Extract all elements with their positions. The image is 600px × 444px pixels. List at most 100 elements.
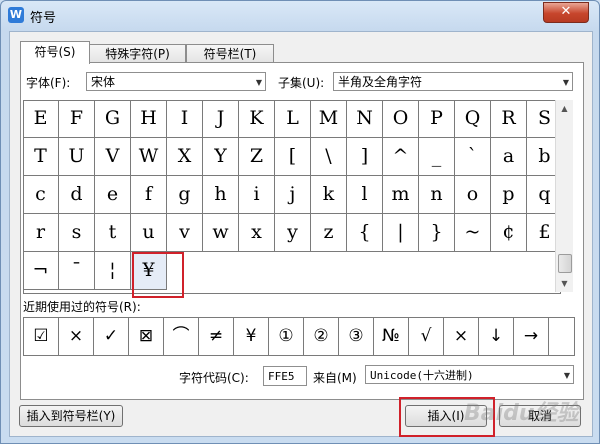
recent-symbol-cell[interactable]: ① bbox=[269, 318, 304, 355]
symbol-cell[interactable]: r bbox=[24, 214, 59, 252]
symbol-cell[interactable]: m bbox=[383, 176, 419, 214]
symbol-cell[interactable]: E bbox=[24, 101, 59, 138]
subset-label: 子集(U): bbox=[278, 76, 325, 90]
chevron-down-icon: ▼ bbox=[563, 371, 570, 380]
close-button[interactable]: ✕ bbox=[543, 2, 589, 23]
symbol-cell[interactable]: ¥ bbox=[131, 252, 167, 290]
symbol-cell[interactable]: H bbox=[131, 101, 167, 138]
symbol-cell[interactable]: I bbox=[167, 101, 203, 138]
scroll-up-icon[interactable]: ▲ bbox=[556, 100, 573, 117]
symbol-cell[interactable]: K bbox=[239, 101, 275, 138]
symbol-cell[interactable]: ¯ bbox=[59, 252, 95, 290]
symbol-cell[interactable]: T bbox=[24, 138, 59, 176]
symbol-grid-scrollbar[interactable]: ▲ ▼ bbox=[555, 100, 573, 292]
symbol-cell[interactable]: z bbox=[311, 214, 347, 252]
recent-symbol-cell[interactable]: ☑ bbox=[24, 318, 59, 355]
symbol-cell[interactable]: h bbox=[203, 176, 239, 214]
symbol-cell[interactable]: k bbox=[311, 176, 347, 214]
from-select-value: Unicode(十六进制) bbox=[370, 369, 474, 382]
symbol-dialog: W 符号 ✕ 符号(S) 特殊字符(P) 符号栏(T) 字体(F): 宋体 ▼ … bbox=[0, 0, 600, 444]
insert-to-symbol-bar-button[interactable]: 插入到符号栏(Y) bbox=[19, 405, 123, 427]
subset-select-value: 半角及全角字符 bbox=[338, 75, 423, 89]
symbol-cell[interactable]: ^ bbox=[383, 138, 419, 176]
tab-symbol-bar[interactable]: 符号栏(T) bbox=[186, 44, 274, 63]
font-select-value: 宋体 bbox=[91, 75, 116, 89]
font-select[interactable]: 宋体 ▼ bbox=[86, 72, 266, 91]
symbol-cell[interactable]: p bbox=[491, 176, 527, 214]
symbol-cell[interactable]: J bbox=[203, 101, 239, 138]
symbol-cell[interactable]: X bbox=[167, 138, 203, 176]
recent-symbol-cell[interactable]: ② bbox=[304, 318, 339, 355]
symbol-cell[interactable]: [ bbox=[275, 138, 311, 176]
recent-symbol-cell[interactable]: № bbox=[374, 318, 409, 355]
symbol-cell[interactable]: } bbox=[419, 214, 455, 252]
recent-symbol-cell[interactable]: ✓ bbox=[94, 318, 129, 355]
symbol-cell[interactable]: o bbox=[455, 176, 491, 214]
symbol-cell[interactable]: ¦ bbox=[95, 252, 131, 290]
char-code-field[interactable]: FFE5 bbox=[263, 366, 307, 386]
symbol-cell[interactable]: a bbox=[491, 138, 527, 176]
symbol-cell[interactable]: e bbox=[95, 176, 131, 214]
recent-symbol-cell[interactable]: ③ bbox=[339, 318, 374, 355]
symbol-cell[interactable]: P bbox=[419, 101, 455, 138]
symbol-cell[interactable]: Y bbox=[203, 138, 239, 176]
symbol-cell[interactable]: R bbox=[491, 101, 527, 138]
symbol-cell[interactable]: V bbox=[95, 138, 131, 176]
symbol-cell[interactable]: x bbox=[239, 214, 275, 252]
symbol-cell[interactable]: y bbox=[275, 214, 311, 252]
tab-special-chars[interactable]: 特殊字符(P) bbox=[89, 44, 186, 63]
symbol-cell[interactable]: O bbox=[383, 101, 419, 138]
symbol-cell[interactable]: W bbox=[131, 138, 167, 176]
tab-symbols[interactable]: 符号(S) bbox=[20, 41, 90, 64]
symbol-cell[interactable]: \ bbox=[311, 138, 347, 176]
symbol-cell[interactable]: L bbox=[275, 101, 311, 138]
from-select[interactable]: Unicode(十六进制) ▼ bbox=[365, 365, 574, 384]
symbol-cell[interactable]: i bbox=[239, 176, 275, 214]
recent-symbol-cell[interactable]: √ bbox=[409, 318, 444, 355]
recent-symbol-cell[interactable]: × bbox=[59, 318, 94, 355]
dialog-title: 符号 bbox=[30, 11, 57, 26]
recent-symbol-cell[interactable]: ≠ bbox=[199, 318, 234, 355]
symbol-grid: E F G H I J K L M N O P Q R S T U V W X Y Z[\] ^ _ ` a b c d e f g h i j k l… bbox=[23, 100, 561, 294]
symbol-cell[interactable]: g bbox=[167, 176, 203, 214]
recent-symbol-cell[interactable]: × bbox=[444, 318, 479, 355]
symbol-cell[interactable]: w bbox=[203, 214, 239, 252]
subset-select[interactable]: 半角及全角字符 ▼ bbox=[333, 72, 573, 91]
symbol-cell[interactable]: _ bbox=[419, 138, 455, 176]
symbol-cell[interactable]: c bbox=[24, 176, 59, 214]
symbol-cell[interactable]: Z bbox=[239, 138, 275, 176]
symbol-cell[interactable]: ¢ bbox=[491, 214, 527, 252]
recent-symbol-cell[interactable]: ⊠ bbox=[129, 318, 164, 355]
symbol-cell[interactable]: Q bbox=[455, 101, 491, 138]
symbol-cell[interactable]: N bbox=[347, 101, 383, 138]
recent-symbol-cell[interactable]: ↓ bbox=[479, 318, 514, 355]
insert-button[interactable]: 插入(I) bbox=[405, 405, 487, 427]
symbol-cell[interactable]: f bbox=[131, 176, 167, 214]
symbol-cell[interactable]: | bbox=[383, 214, 419, 252]
symbol-cell[interactable]: ¬ bbox=[24, 252, 59, 290]
title-bar[interactable]: W 符号 ✕ bbox=[1, 1, 599, 31]
symbol-cell[interactable]: ~ bbox=[455, 214, 491, 252]
scroll-thumb[interactable] bbox=[558, 254, 572, 273]
symbol-cell[interactable]: s bbox=[59, 214, 95, 252]
symbol-cell[interactable]: { bbox=[347, 214, 383, 252]
symbol-cell[interactable]: j bbox=[275, 176, 311, 214]
symbol-cell[interactable]: M bbox=[311, 101, 347, 138]
symbol-cell[interactable]: G bbox=[95, 101, 131, 138]
symbol-cell[interactable]: ` bbox=[455, 138, 491, 176]
symbol-cell[interactable]: v bbox=[167, 214, 203, 252]
symbol-cell[interactable]: l bbox=[347, 176, 383, 214]
scroll-down-icon[interactable]: ▼ bbox=[556, 275, 573, 292]
symbol-cell[interactable]: U bbox=[59, 138, 95, 176]
symbol-cell[interactable]: ] bbox=[347, 138, 383, 176]
recent-symbol-cell[interactable]: → bbox=[514, 318, 549, 355]
symbol-cell[interactable]: d bbox=[59, 176, 95, 214]
recent-symbol-cell[interactable]: ¥ bbox=[234, 318, 269, 355]
symbol-cell[interactable]: n bbox=[419, 176, 455, 214]
symbol-cell[interactable]: u bbox=[131, 214, 167, 252]
symbol-cell[interactable]: t bbox=[95, 214, 131, 252]
cancel-button[interactable]: 取消 bbox=[499, 405, 581, 427]
recent-symbol-cell[interactable]: ⌒ bbox=[164, 318, 199, 355]
symbol-cell[interactable]: F bbox=[59, 101, 95, 138]
char-code-label: 字符代码(C): bbox=[179, 371, 249, 385]
